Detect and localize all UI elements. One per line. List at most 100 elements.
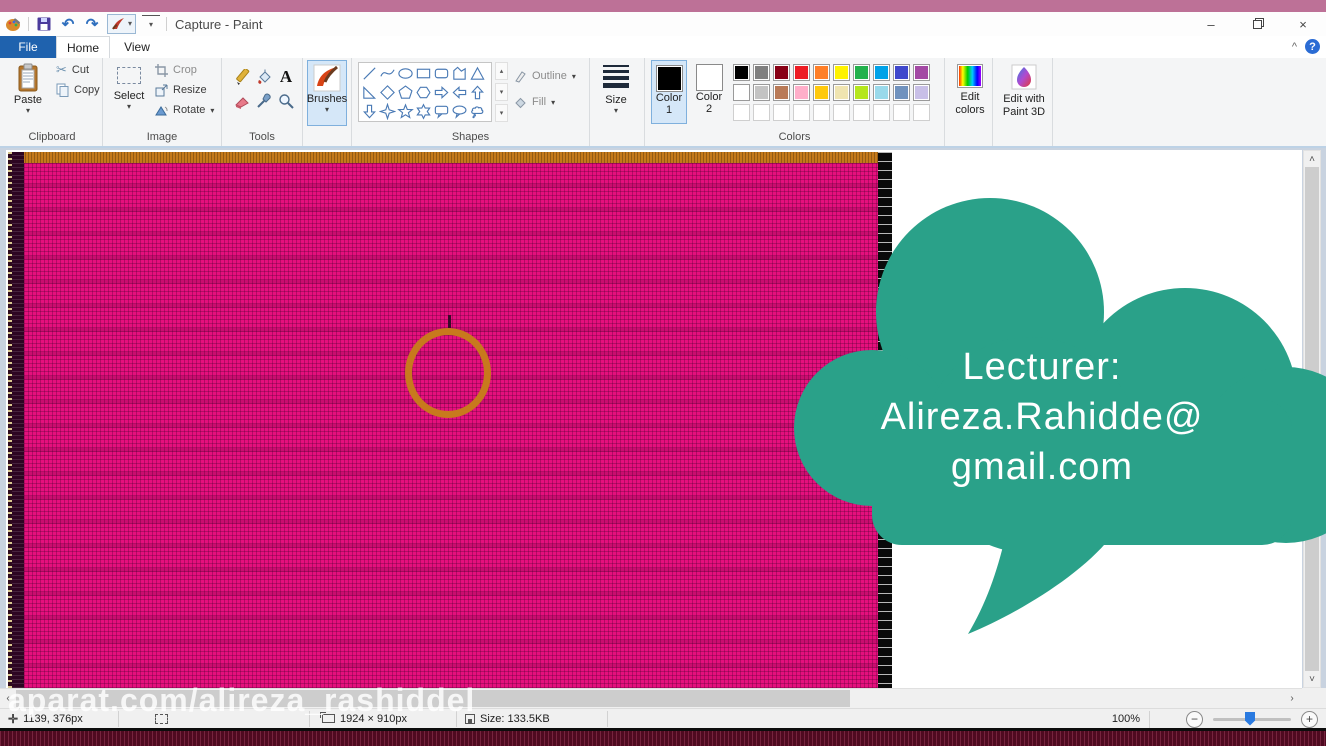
palette-empty-slot[interactable] [813,104,830,121]
shape-callout-rounded[interactable] [432,102,450,121]
qat-brush-tool-button[interactable]: ▾ [107,14,137,34]
vertical-scrollbar-thumb[interactable] [1305,167,1319,671]
shape-arrow-right[interactable] [432,83,450,102]
palette-empty-slot[interactable] [753,104,770,121]
zoom-slider-thumb[interactable] [1245,711,1255,726]
cut-button[interactable]: ✂ Cut [56,60,100,80]
palette-swatch-1-4[interactable] [813,64,830,81]
select-button[interactable]: Select ▾ [109,60,149,126]
palette-swatch-2-6[interactable] [853,84,870,101]
shape-diamond[interactable] [378,83,396,102]
save-icon[interactable] [35,15,53,33]
palette-swatch-1-3[interactable] [793,64,810,81]
shapes-scroll-down-icon[interactable]: ▾ [495,83,508,101]
paint-logo-icon[interactable] [4,15,22,33]
color-picker-tool-button[interactable] [254,90,274,112]
copy-button[interactable]: Copy [56,80,100,100]
paste-button[interactable]: Paste ▾ [8,60,48,126]
shape-callout-cloud[interactable] [468,102,486,121]
palette-swatch-1-6[interactable] [853,64,870,81]
shape-ellipse[interactable] [396,64,414,83]
palette-swatch-1-5[interactable] [833,64,850,81]
shapes-more-icon[interactable]: ▾ [495,104,508,122]
crop-button[interactable]: Crop [155,60,214,80]
edit-colors-icon [957,64,983,88]
shape-rounded-rectangle[interactable] [432,64,450,83]
shape-arrow-left[interactable] [450,83,468,102]
palette-empty-slot[interactable] [833,104,850,121]
shape-arrow-down[interactable] [360,102,378,121]
palette-swatch-2-0[interactable] [733,84,750,101]
palette-swatch-2-4[interactable] [813,84,830,101]
zoom-out-button[interactable]: − [1186,710,1203,728]
scroll-right-icon[interactable]: › [1284,690,1300,706]
text-tool-button[interactable]: A [276,66,296,88]
palette-swatch-1-7[interactable] [873,64,890,81]
magnifier-tool-button[interactable] [276,90,296,112]
palette-empty-slot[interactable] [893,104,910,121]
color2-button[interactable]: Color 2 [691,60,727,124]
brushes-button[interactable]: Brushes ▾ [307,60,347,126]
shape-callout-oval[interactable] [450,102,468,121]
palette-swatch-2-7[interactable] [873,84,890,101]
palette-swatch-2-1[interactable] [753,84,770,101]
tab-view[interactable]: View [110,36,164,58]
customize-qat-icon[interactable]: ▾ [142,15,161,33]
vertical-scrollbar[interactable]: ˄ ˅ [1303,150,1321,688]
shape-right-triangle[interactable] [360,83,378,102]
tab-home[interactable]: Home [56,36,110,58]
shape-star-5[interactable] [396,102,414,121]
shape-star-4[interactable] [378,102,396,121]
palette-empty-slot[interactable] [873,104,890,121]
minimize-button[interactable]: – [1188,12,1234,36]
collapse-ribbon-icon[interactable]: ^ [1292,41,1297,53]
shapes-scroll-up-icon[interactable]: ▴ [495,62,508,80]
outline-button[interactable]: Outline ▾ [514,66,576,86]
palette-swatch-1-1[interactable] [753,64,770,81]
pink-texture-image[interactable] [8,152,892,688]
palette-swatch-1-9[interactable] [913,64,930,81]
fill-tool-button[interactable] [254,66,274,88]
redo-icon[interactable]: ↷ [83,15,101,33]
color1-button[interactable]: Color 1 [651,60,687,124]
scroll-down-icon[interactable]: ˅ [1304,671,1320,687]
palette-swatch-2-8[interactable] [893,84,910,101]
edit-with-paint3d-button[interactable]: Edit with Paint 3D [999,58,1049,124]
shape-star-6[interactable] [414,102,432,121]
palette-swatch-2-2[interactable] [773,84,790,101]
palette-swatch-1-2[interactable] [773,64,790,81]
undo-icon[interactable]: ↶ [59,15,77,33]
shape-curve[interactable] [378,64,396,83]
scroll-up-icon[interactable]: ˄ [1304,151,1320,167]
palette-swatch-2-9[interactable] [913,84,930,101]
palette-swatch-1-8[interactable] [893,64,910,81]
shape-hexagon[interactable] [414,83,432,102]
palette-empty-slot[interactable] [913,104,930,121]
tab-file[interactable]: File [0,36,56,58]
resize-button[interactable]: Resize [155,80,214,100]
palette-empty-slot[interactable] [773,104,790,121]
shape-pentagon[interactable] [396,83,414,102]
eraser-tool-button[interactable] [232,90,252,112]
palette-empty-slot[interactable] [793,104,810,121]
size-button[interactable]: Size ▾ [596,58,636,124]
help-icon[interactable]: ? [1305,39,1320,54]
palette-swatch-1-0[interactable] [733,64,750,81]
fill-button[interactable]: Fill ▾ [514,92,576,112]
edit-colors-button[interactable]: Edit colors [951,58,989,124]
rotate-button[interactable]: Rotate ▾ [155,100,214,120]
pencil-tool-button[interactable] [232,66,252,88]
restore-button[interactable] [1234,12,1280,36]
palette-swatch-2-5[interactable] [833,84,850,101]
palette-swatch-2-3[interactable] [793,84,810,101]
shape-line[interactable] [360,64,378,83]
close-button[interactable]: × [1280,12,1326,36]
zoom-slider[interactable] [1213,711,1291,726]
zoom-in-button[interactable]: + [1301,710,1318,728]
palette-empty-slot[interactable] [733,104,750,121]
shape-triangle[interactable] [468,64,486,83]
palette-empty-slot[interactable] [853,104,870,121]
shape-rectangle[interactable] [414,64,432,83]
shape-arrow-up[interactable] [468,83,486,102]
shape-polygon[interactable] [450,64,468,83]
